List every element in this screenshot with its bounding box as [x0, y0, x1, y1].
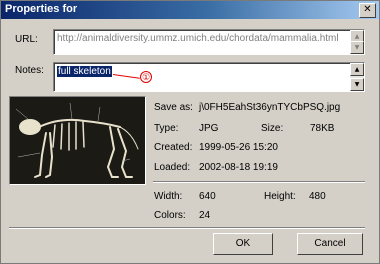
save-as-label: Save as:	[154, 102, 193, 113]
notes-scrollbar[interactable]: ▲ ▼	[350, 63, 364, 91]
colors-value: 24	[199, 210, 211, 221]
notes-value-wrap: full skeleton	[57, 66, 112, 77]
cancel-button[interactable]: Cancel	[297, 233, 363, 255]
scroll-up-icon[interactable]: ▲	[350, 63, 364, 76]
url-field[interactable]: http://animaldiversity.ummz.umich.edu/ch…	[53, 29, 365, 55]
height-value: 480	[309, 191, 326, 202]
height-label: Height:	[264, 191, 296, 202]
skeleton-icon	[10, 97, 145, 184]
type-value: JPG	[199, 123, 219, 134]
scroll-down-icon[interactable]: ▼	[350, 41, 364, 54]
colors-label: Colors:	[154, 210, 186, 221]
created-label: Created:	[154, 142, 193, 153]
annotation-marker: ①	[140, 71, 152, 83]
save-as-value: j\0FH5EahSt36ynTYCbPSQ.jpg	[199, 102, 341, 113]
scroll-down-icon[interactable]: ▼	[350, 78, 364, 91]
properties-dialog: Properties for ✕ URL: http://animaldiver…	[0, 0, 380, 264]
close-icon: ✕	[363, 4, 372, 15]
url-label: URL:	[15, 34, 38, 45]
created-value: 1999-05-26 15:20	[199, 142, 278, 153]
type-label: Type:	[154, 123, 179, 134]
footer-divider	[9, 227, 365, 229]
width-value: 640	[199, 191, 216, 202]
info-divider	[153, 181, 365, 183]
size-label: Size:	[261, 123, 284, 134]
loaded-label: Loaded:	[154, 162, 191, 173]
width-label: Width:	[154, 191, 183, 202]
notes-field[interactable]: full skeleton ▲ ▼	[53, 62, 365, 92]
title-bar[interactable]: Properties for ✕	[1, 1, 379, 19]
ok-button[interactable]: OK	[213, 233, 273, 255]
close-button[interactable]: ✕	[359, 3, 376, 18]
window-title: Properties for	[5, 3, 78, 15]
notes-selected-text: full skeleton	[57, 66, 112, 77]
skeleton-image	[9, 96, 146, 185]
url-scrollbar[interactable]: ▲ ▼	[350, 30, 364, 54]
url-value: http://animaldiversity.ummz.umich.edu/ch…	[57, 33, 339, 44]
size-value: 78KB	[310, 123, 335, 134]
notes-label: Notes:	[15, 65, 44, 76]
loaded-value: 2002-08-18 19:19	[199, 162, 278, 173]
